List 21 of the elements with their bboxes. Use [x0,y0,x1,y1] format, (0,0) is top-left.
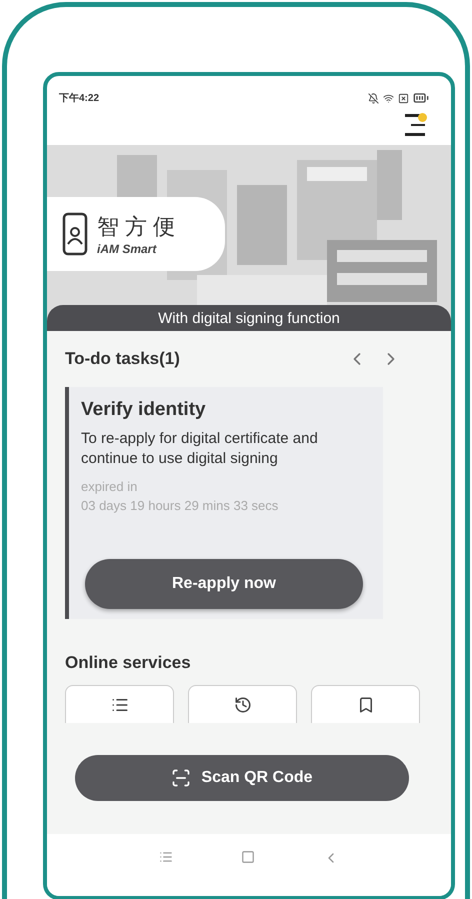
task-description: To re-apply for digital certificate and continue to use digital signing [81,429,319,469]
service-tile[interactable] [311,685,420,723]
status-time: 下午4:22 [59,92,100,105]
banner-caption: With digital signing function [47,305,451,331]
home-nav-icon[interactable] [241,850,255,864]
bell-off-icon [368,92,379,104]
logo-english-text: iAM Smart [97,242,158,256]
task-title: Verify identity [81,399,207,421]
service-tile[interactable] [188,685,297,723]
service-tile[interactable] [65,685,174,723]
history-icon [234,696,252,714]
section-title: To-do tasks(1) [65,349,180,369]
logo-chinese-text: 智方便 [97,213,181,241]
wifi-icon [383,92,394,104]
reapply-button[interactable]: Re-apply now [85,559,363,609]
countdown-text: 03 days 19 hours 29 mins 33 secs [81,497,280,515]
expiry-label: expired in [81,478,138,496]
section-title: Online services [65,653,192,673]
menu-nav-icon[interactable] [159,850,173,864]
scan-icon [171,768,192,788]
scan-qr-button[interactable]: Scan QR Code [75,755,409,801]
